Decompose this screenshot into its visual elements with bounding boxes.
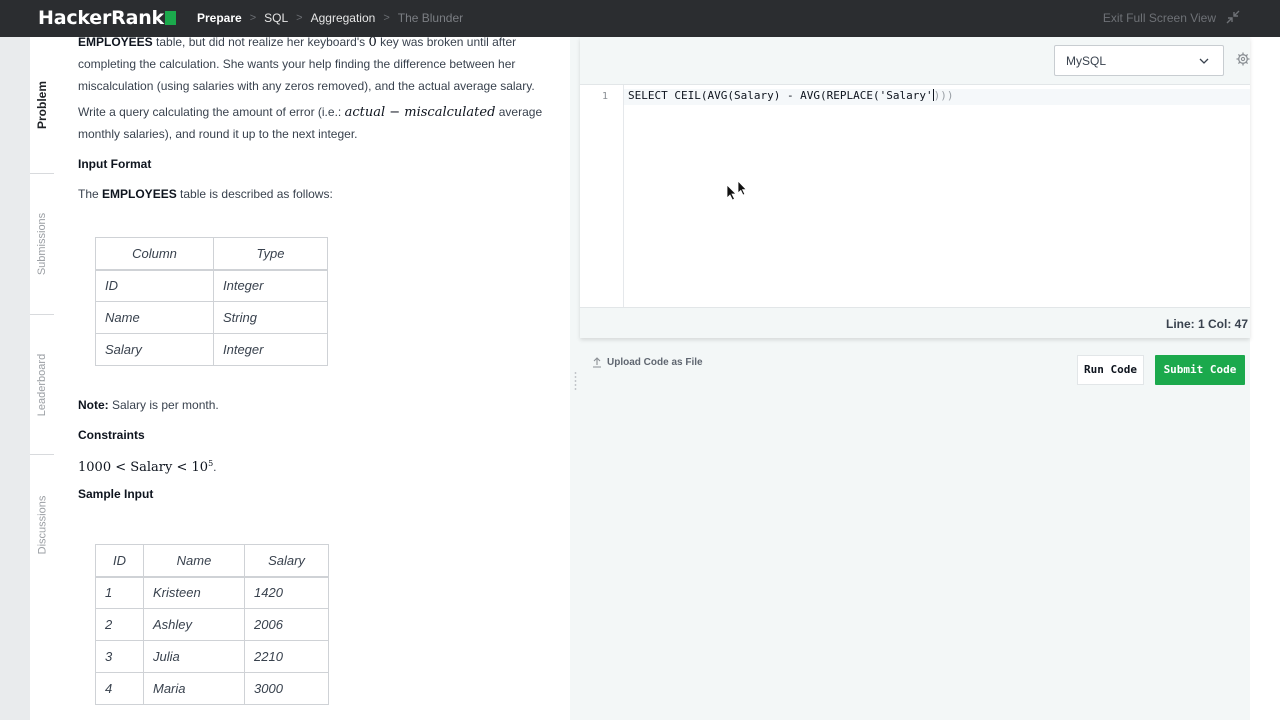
- input-format-heading: Input Format: [78, 157, 152, 171]
- table-header-row: Column Type: [95, 237, 328, 271]
- table-row: Salary Integer: [95, 333, 328, 366]
- collapse-icon[interactable]: [1226, 10, 1240, 24]
- run-code-button[interactable]: Run Code: [1077, 355, 1144, 385]
- hackerrank-logo[interactable]: HackerRank: [38, 7, 176, 29]
- chevron-right-icon: >: [383, 12, 390, 24]
- line-number: 1: [602, 91, 609, 102]
- editor-header: MySQL: [580, 37, 1250, 85]
- cursor-position: Line: 1 Col: 47: [1165, 317, 1248, 331]
- table-cell: 1: [95, 576, 144, 609]
- table-row: ID Integer: [95, 269, 328, 302]
- problem-panel: EMPLOYEES table, but did not realize her…: [54, 37, 570, 720]
- schema-table: Column Type ID Integer Name String Salar…: [95, 237, 328, 366]
- breadcrumb-sql[interactable]: SQL: [264, 11, 288, 25]
- right-edge: [1250, 37, 1280, 720]
- exit-fullscreen-link[interactable]: Exit Full Screen View: [1103, 11, 1216, 25]
- chevron-down-icon: [1199, 58, 1209, 64]
- logo-square-icon: [164, 11, 176, 25]
- table-cell: 3000: [244, 672, 329, 705]
- breadcrumb-prepare[interactable]: Prepare: [197, 11, 242, 25]
- table-header: Type: [213, 237, 328, 271]
- tab-problem[interactable]: Problem: [30, 37, 54, 173]
- table-cell: Salary: [95, 333, 214, 366]
- constraints-heading: Constraints: [78, 428, 145, 442]
- table-row: 4 Maria 3000: [95, 672, 329, 705]
- chevron-right-icon: >: [249, 12, 257, 24]
- table-cell: Ashley: [143, 608, 245, 641]
- left-gutter: [0, 37, 30, 720]
- breadcrumb-the-blunder: The Blunder: [397, 11, 464, 25]
- top-bar: HackerRank Prepare > SQL > Aggregation >…: [0, 0, 1280, 37]
- upload-code-button[interactable]: Upload Code as File: [592, 357, 703, 368]
- tab-leaderboard[interactable]: Leaderboard: [30, 315, 54, 454]
- table-cell: Integer: [213, 333, 328, 366]
- table-cell: 1420: [244, 576, 329, 609]
- table-cell: 2210: [244, 640, 329, 673]
- vertical-tabs: Problem Submissions Leaderboard Discussi…: [30, 37, 54, 720]
- table-cell: ID: [95, 269, 214, 302]
- language-select[interactable]: MySQL: [1054, 45, 1224, 76]
- problem-text-line: completing the calculation. She wants yo…: [78, 57, 516, 71]
- gear-icon[interactable]: [1236, 52, 1250, 66]
- submit-code-button[interactable]: Submit Code: [1155, 355, 1245, 385]
- breadcrumb: Prepare > SQL > Aggregation > The Blunde…: [197, 11, 463, 25]
- table-cell: String: [213, 301, 328, 334]
- table-cell: Kristeen: [143, 576, 245, 609]
- table-cell: Name: [95, 301, 214, 334]
- table-cell: Julia: [143, 640, 245, 673]
- table-cell: 2006: [244, 608, 329, 641]
- problem-text-line: miscalculation (using salaries with any …: [78, 79, 535, 93]
- table-row: 2 Ashley 2006: [95, 608, 329, 641]
- table-cell: 4: [95, 672, 144, 705]
- sample-input-heading: Sample Input: [78, 487, 154, 501]
- table-cell: 3: [95, 640, 144, 673]
- problem-text-line: Write a query calculating the amount of …: [78, 105, 543, 120]
- line-gutter: [580, 85, 624, 307]
- table-cell: Integer: [213, 269, 328, 302]
- table-row: 3 Julia 2210: [95, 640, 329, 673]
- resize-handle-icon[interactable]: [573, 370, 578, 394]
- note: Note: Salary is per month.: [78, 398, 219, 412]
- table-header: Column: [95, 237, 214, 271]
- code-line[interactable]: SELECT CEIL(AVG(Salary) - AVG(REPLACE('S…: [628, 89, 954, 102]
- editor-status-bar: Line: 1 Col: 47: [580, 307, 1250, 338]
- problem-text-line: EMPLOYEES table, but did not realize her…: [78, 37, 517, 50]
- table-description: The EMPLOYEES table is described as foll…: [78, 187, 333, 201]
- table-row: 1 Kristeen 1420: [95, 576, 329, 609]
- constraint-formula: 1000 < Salary < 105.: [78, 459, 217, 475]
- table-row: Name String: [95, 301, 328, 334]
- mouse-pointer-icon: [726, 180, 748, 201]
- problem-text-line: monthly salaries), and round it up to th…: [78, 127, 358, 141]
- table-cell: 2: [95, 608, 144, 641]
- breadcrumb-aggregation[interactable]: Aggregation: [311, 11, 376, 25]
- table-header: Salary: [244, 544, 329, 578]
- tab-submissions[interactable]: Submissions: [30, 174, 54, 314]
- table-header-row: ID Name Salary: [95, 544, 329, 578]
- code-editor: MySQL 1 SELECT CEIL(AVG(Salary) - AVG(RE…: [580, 37, 1250, 338]
- table-cell: Maria: [143, 672, 245, 705]
- sample-input-table: ID Name Salary 1 Kristeen 1420 2 Ashley …: [95, 544, 329, 705]
- tab-discussions[interactable]: Discussions: [30, 455, 54, 595]
- table-header: ID: [95, 544, 144, 578]
- upload-icon: [593, 357, 601, 368]
- table-header: Name: [143, 544, 245, 578]
- chevron-right-icon: >: [296, 12, 303, 24]
